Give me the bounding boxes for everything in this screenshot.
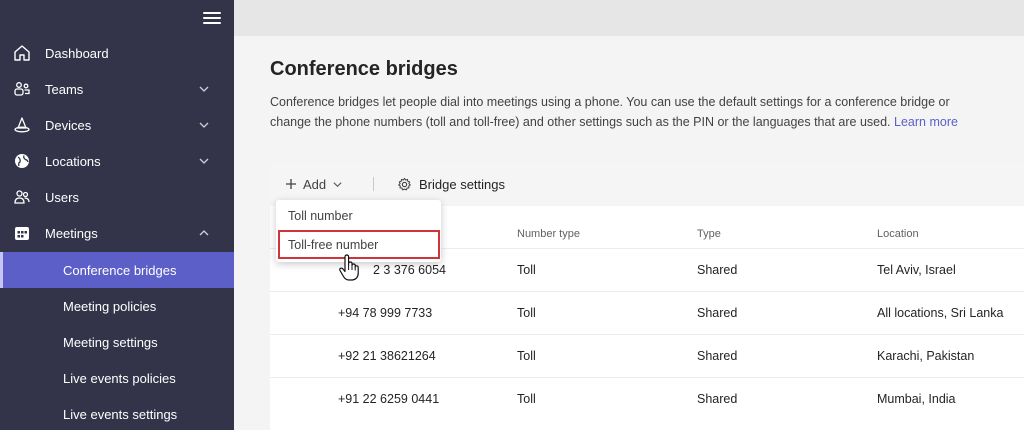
sidebar-item-label: Teams: [45, 81, 84, 97]
sidebar-subitem-label: Meeting settings: [63, 334, 158, 350]
chevron-down-icon[interactable]: [198, 83, 210, 95]
table-row[interactable]: +92 21 38621264 Toll Shared Karachi, Pak…: [270, 334, 1024, 377]
page-description: Conference bridges let people dial into …: [270, 92, 990, 132]
home-icon: [14, 45, 30, 61]
sidebar-item-label: Meetings: [45, 225, 98, 241]
hand-cursor-icon: [339, 254, 359, 281]
add-button-label: Add: [303, 176, 327, 192]
learn-more-link[interactable]: Learn more: [894, 115, 958, 129]
column-header-type[interactable]: Type: [697, 228, 721, 240]
sidebar-item-label: Users: [45, 189, 79, 205]
sidebar-subitem-label: Conference bridges: [63, 262, 177, 278]
sidebar-subitem-label: Meeting policies: [63, 298, 157, 314]
sidebar-subitem-conference-bridges[interactable]: Conference bridges: [0, 252, 234, 288]
column-header-number-type[interactable]: Number type: [517, 228, 580, 240]
cell-number-type: Toll: [517, 263, 536, 277]
cell-number: +91 22 6259 0441: [338, 392, 440, 406]
sidebar-item-label: Locations: [45, 153, 101, 169]
cell-number-type: Toll: [517, 392, 536, 406]
sidebar-item-users[interactable]: Users: [0, 179, 234, 215]
sidebar-item-meetings[interactable]: Meetings: [0, 215, 234, 251]
bridge-settings-label: Bridge settings: [419, 176, 505, 192]
chevron-up-icon[interactable]: [198, 227, 210, 239]
devices-icon: [14, 117, 30, 133]
sidebar-item-label: Dashboard: [45, 45, 109, 61]
cell-number: +92 21 38621264: [338, 349, 436, 363]
plus-icon: [286, 179, 296, 189]
cell-type: Shared: [697, 263, 738, 277]
teams-icon: [14, 82, 30, 96]
globe-icon: [15, 154, 29, 168]
hamburger-menu-icon[interactable]: [203, 9, 221, 25]
cell-location: Mumbai, India: [877, 392, 956, 406]
sidebar-subitem-label: Live events settings: [63, 406, 178, 422]
cell-type: Shared: [697, 306, 738, 320]
table-row[interactable]: +91 22 6259 0441 Toll Shared Mumbai, Ind…: [270, 377, 1024, 420]
sidebar-subitem-meeting-settings[interactable]: Meeting settings: [0, 324, 234, 360]
top-header: [234, 0, 1024, 36]
cell-number-type: Toll: [517, 306, 536, 320]
sidebar-item-devices[interactable]: Devices: [0, 107, 234, 143]
column-header-location[interactable]: Location: [877, 228, 919, 240]
page-description-text: Conference bridges let people dial into …: [270, 95, 950, 129]
cell-number: +94 78 999 7733: [338, 306, 433, 320]
sidebar-subitem-label: Live events policies: [63, 370, 176, 386]
toolbar-divider: [373, 177, 374, 191]
users-icon: [14, 190, 30, 204]
cell-location: All locations, Sri Lanka: [877, 306, 1004, 320]
sidebar-item-dashboard[interactable]: Dashboard: [0, 35, 234, 71]
cell-type: Shared: [697, 392, 738, 406]
bridge-settings-button[interactable]: Bridge settings: [397, 174, 505, 194]
sidebar-item-teams[interactable]: Teams: [0, 71, 234, 107]
chevron-down-icon[interactable]: [198, 119, 210, 131]
menu-item-toll-number[interactable]: Toll number: [276, 202, 441, 230]
cell-location: Karachi, Pakistan: [877, 349, 975, 363]
sidebar: Dashboard Teams Devices Locations Users …: [0, 0, 234, 430]
calendar-icon: [15, 227, 29, 240]
table-row[interactable]: +94 78 999 7733 Toll Shared All location…: [270, 291, 1024, 334]
sidebar-subitem-live-events-settings[interactable]: Live events settings: [0, 396, 234, 430]
menu-item-label: Toll number: [288, 209, 353, 223]
cell-number: 2 3 376 6054: [373, 263, 446, 277]
cell-location: Tel Aviv, Israel: [877, 263, 956, 277]
chevron-down-icon[interactable]: [198, 155, 210, 167]
sidebar-subitem-live-events-policies[interactable]: Live events policies: [0, 360, 234, 396]
chevron-down-icon: [333, 181, 342, 187]
sidebar-item-locations[interactable]: Locations: [0, 143, 234, 179]
cell-number-type: Toll: [517, 349, 536, 363]
add-button[interactable]: Add: [285, 174, 343, 194]
sidebar-subitem-meeting-policies[interactable]: Meeting policies: [0, 288, 234, 324]
cell-type: Shared: [697, 349, 738, 363]
page-title: Conference bridges: [270, 58, 458, 80]
gear-icon: [398, 177, 411, 190]
sidebar-item-label: Devices: [45, 117, 92, 133]
